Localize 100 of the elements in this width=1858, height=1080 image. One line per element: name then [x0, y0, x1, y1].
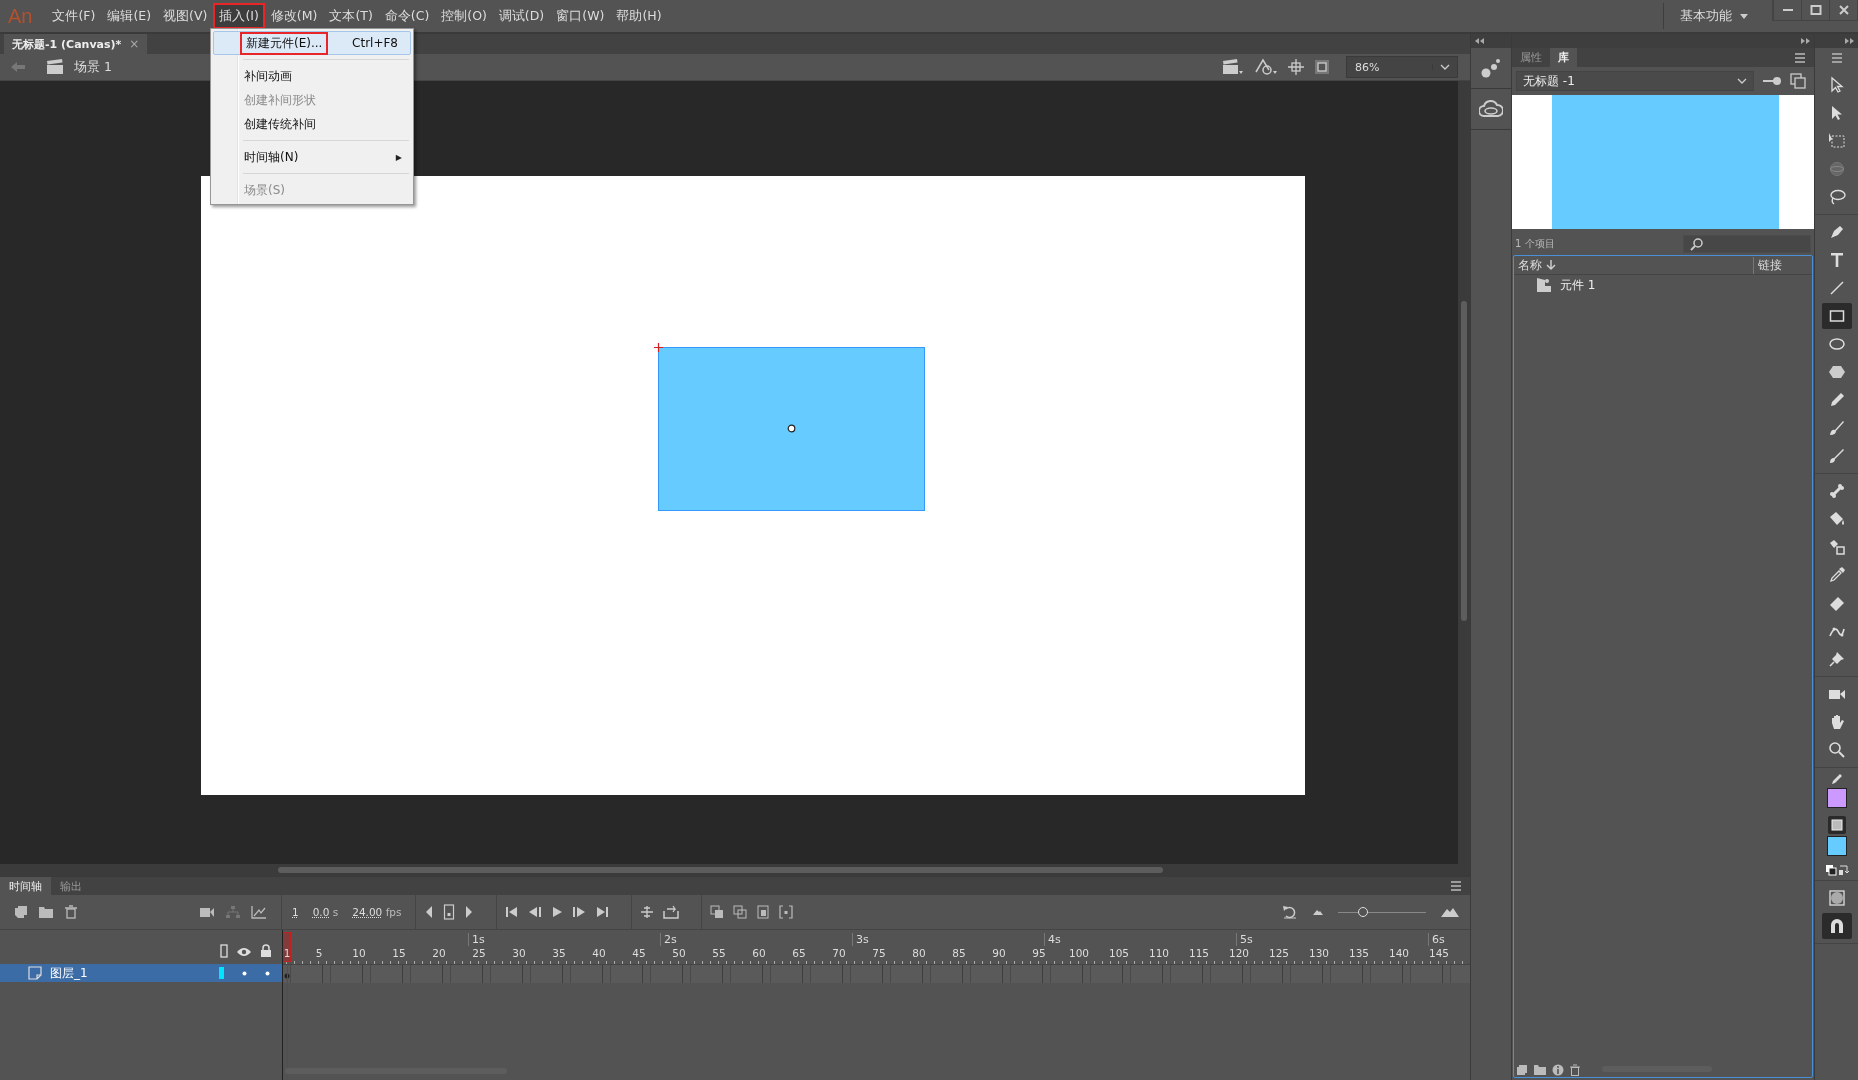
- last-frame-icon[interactable]: [595, 906, 610, 918]
- layer-name: 图层_1: [50, 964, 88, 982]
- rectangle-tool[interactable]: [1821, 303, 1852, 329]
- menu-item[interactable]: 编辑(E): [101, 3, 158, 29]
- trash-icon[interactable]: [1569, 1064, 1581, 1076]
- first-frame-icon[interactable]: [505, 906, 520, 918]
- clapperboard-icon[interactable]: [1222, 59, 1244, 75]
- dots-icon[interactable]: [1480, 57, 1502, 79]
- folder-icon[interactable]: [1533, 1064, 1547, 1076]
- layer-row[interactable]: 图层_1: [0, 964, 282, 982]
- fill-color-swatch[interactable]: [1826, 836, 1847, 856]
- previous-frame-icon[interactable]: [424, 905, 435, 919]
- menu-item[interactable]: 调试(D): [492, 3, 551, 29]
- sort-arrow-icon[interactable]: [1546, 259, 1556, 271]
- camera-icon[interactable]: [199, 906, 215, 918]
- column-header[interactable]: 名称: [1518, 256, 1542, 274]
- edit-multiple-frames-icon[interactable]: [710, 905, 725, 919]
- clip-content-icon[interactable]: [1314, 59, 1330, 75]
- zoom-icon: [1826, 740, 1847, 760]
- cloud-icon[interactable]: [1479, 100, 1503, 118]
- next-frame-icon[interactable]: [464, 905, 475, 919]
- search-icon: [1690, 237, 1704, 251]
- menu-item[interactable]: 视图(V): [157, 3, 214, 29]
- fill-icon: [1827, 816, 1846, 834]
- symbol-edit-icon[interactable]: [1254, 58, 1278, 76]
- workspace-switcher[interactable]: 基本功能: [1663, 3, 1764, 29]
- step-forward-icon[interactable]: [572, 906, 587, 918]
- document-dropdown[interactable]: 无标题 -1: [1516, 71, 1754, 91]
- clapperboard-icon: [46, 59, 64, 75]
- frame-number: 5: [315, 947, 323, 959]
- new-library-icon[interactable]: [1790, 73, 1806, 89]
- outline-toggle-icon[interactable]: [220, 944, 228, 958]
- mountain-large-icon[interactable]: [1440, 906, 1460, 918]
- frame-number: 15: [392, 947, 406, 959]
- menu-item[interactable]: 控制(O): [435, 3, 493, 29]
- column-header[interactable]: 链接: [1753, 256, 1812, 274]
- menu-item[interactable]: 命令(C): [378, 3, 436, 29]
- frame-rate[interactable]: 24.00: [352, 906, 383, 918]
- layer-icon: [28, 966, 42, 980]
- current-time[interactable]: 0.0: [312, 906, 330, 918]
- graph-icon[interactable]: [251, 905, 267, 919]
- close-tab-button[interactable]: ×: [129, 37, 140, 51]
- info-icon[interactable]: [1552, 1064, 1564, 1076]
- app-logo: An: [8, 4, 33, 28]
- expand-arrows-icon[interactable]: [1800, 38, 1810, 44]
- panel-menu-icon[interactable]: [1830, 53, 1843, 63]
- menu-item[interactable]: 创建传统补间: [213, 112, 411, 136]
- menu-item[interactable]: 帮助(H): [610, 3, 668, 29]
- layer-color-swatch[interactable]: [219, 967, 224, 979]
- expand-arrows-icon[interactable]: [1844, 38, 1854, 44]
- document-tab[interactable]: 无标题-1 (Canvas)* ×: [4, 34, 148, 54]
- new-layer-icon[interactable]: [14, 905, 28, 919]
- scrollbar-thumb[interactable]: [278, 867, 1163, 873]
- onion-skin-icon[interactable]: [663, 905, 680, 919]
- menu-item[interactable]: 修改(M): [264, 3, 324, 29]
- pencil-icon: [1829, 772, 1844, 786]
- menu-item[interactable]: 窗口(W): [550, 3, 611, 29]
- collapse-arrows-icon[interactable]: [1475, 38, 1485, 44]
- frame-number: 55: [712, 947, 726, 959]
- scrollbar-thumb[interactable]: [285, 1068, 507, 1074]
- new-symbol-icon[interactable]: [1516, 1064, 1528, 1076]
- menu-item[interactable]: 补间动画: [213, 64, 411, 88]
- playhead-center-icon[interactable]: [443, 904, 456, 920]
- zoom-dropdown[interactable]: 86%: [1346, 56, 1458, 78]
- unlocked-dot-icon[interactable]: [265, 970, 270, 976]
- reset-icon[interactable]: [1282, 905, 1298, 919]
- loop-icon[interactable]: [640, 905, 655, 919]
- center-stage-icon[interactable]: [1288, 59, 1304, 75]
- step-back-icon[interactable]: [528, 906, 543, 918]
- search-field[interactable]: [1683, 235, 1811, 253]
- frame-number: 140: [1389, 947, 1409, 959]
- menu-item[interactable]: 插入(I): [213, 3, 265, 29]
- menu-item[interactable]: 文本(T): [323, 3, 379, 29]
- selection-bracket-icon[interactable]: [779, 905, 794, 919]
- play-icon[interactable]: [551, 906, 564, 918]
- menu-item[interactable]: 时间轴(N) ▶: [213, 145, 411, 169]
- menu-item[interactable]: 新建元件(E)... Ctrl+F8: [213, 31, 411, 55]
- snap-tool[interactable]: [1821, 913, 1852, 939]
- panel-menu-icon[interactable]: [1450, 881, 1462, 891]
- lock-icon[interactable]: [260, 944, 272, 958]
- panel-tab[interactable]: 时间轴: [0, 877, 51, 895]
- visible-dot-icon[interactable]: [242, 970, 247, 976]
- mountain-small-icon[interactable]: [1312, 908, 1324, 916]
- menu-item[interactable]: 文件(F): [46, 3, 102, 29]
- current-frame[interactable]: 1: [292, 906, 299, 918]
- swap-colors-icon[interactable]: [1824, 864, 1849, 876]
- panel-tab[interactable]: 库: [1550, 48, 1577, 67]
- panel-tab[interactable]: 属性: [1512, 48, 1550, 67]
- panel-tab[interactable]: 输出: [51, 877, 91, 895]
- panel-menu-icon[interactable]: [1794, 52, 1806, 63]
- scrollbar-thumb[interactable]: [1461, 301, 1467, 621]
- folder-icon[interactable]: [38, 905, 54, 919]
- library-item[interactable]: 元件 1: [1560, 276, 1596, 294]
- trash-icon[interactable]: [64, 905, 78, 919]
- stroke-color-swatch[interactable]: [1826, 788, 1847, 808]
- seconds-label: 2s: [660, 933, 677, 946]
- paste-frames-icon[interactable]: [756, 905, 771, 919]
- eye-icon[interactable]: [236, 946, 252, 958]
- pin-icon[interactable]: [1762, 76, 1782, 86]
- copy-frames-icon[interactable]: [733, 905, 748, 919]
